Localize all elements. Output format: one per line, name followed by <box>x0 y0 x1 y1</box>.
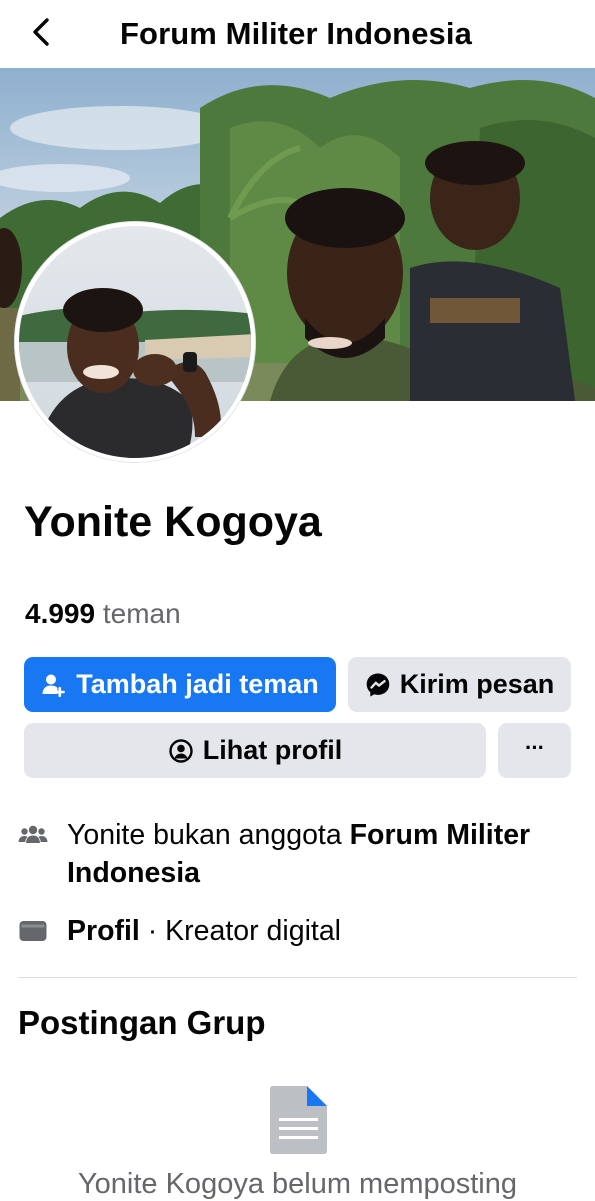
page-title: Forum Militer Indonesia <box>120 16 472 51</box>
view-profile-button[interactable]: Lihat profil <box>24 723 486 778</box>
messenger-icon <box>365 672 391 698</box>
friends-number: 4.999 <box>25 598 96 629</box>
profile-type-text: Profil · Kreator digital <box>67 912 587 950</box>
people-icon <box>18 820 48 850</box>
profile-type-category: · Kreator digital <box>139 915 342 947</box>
friends-count[interactable]: 4.999 teman <box>25 598 181 630</box>
profile-name: Yonite Kogoya <box>24 498 322 546</box>
group-posts-title: Postingan Grup <box>18 1004 266 1041</box>
send-message-button[interactable]: Kirim pesan <box>348 657 571 712</box>
more-options-label: ··· <box>525 734 545 760</box>
back-button[interactable] <box>22 12 62 52</box>
profile-avatar[interactable] <box>15 222 255 462</box>
empty-posts-text: Yonite Kogoya belum memposting <box>77 1168 518 1200</box>
document-icon <box>270 1086 327 1154</box>
view-profile-label: Lihat profil <box>202 735 343 765</box>
profile-type-bold: Profil <box>67 915 140 947</box>
person-add-icon <box>41 672 67 698</box>
user-circle-icon <box>168 738 194 764</box>
chevron-left-icon <box>33 18 49 46</box>
divider <box>18 977 577 978</box>
membership-prefix: Yonite bukan anggota <box>67 819 350 851</box>
send-message-label: Kirim pesan <box>399 669 555 699</box>
add-friend-label: Tambah jadi teman <box>76 669 319 699</box>
profile-type-info: Profil · Kreator digital <box>18 912 341 947</box>
flag-card-icon <box>18 916 48 946</box>
friends-label: teman <box>102 598 181 629</box>
membership-text: Yonite bukan anggota Forum Militer Indon… <box>67 816 587 892</box>
more-options-button[interactable]: ··· <box>498 723 571 778</box>
add-friend-button[interactable]: Tambah jadi teman <box>24 657 336 712</box>
membership-info: Yonite bukan anggota Forum Militer Indon… <box>18 816 530 889</box>
top-bar: Forum Militer Indonesia <box>0 0 595 68</box>
